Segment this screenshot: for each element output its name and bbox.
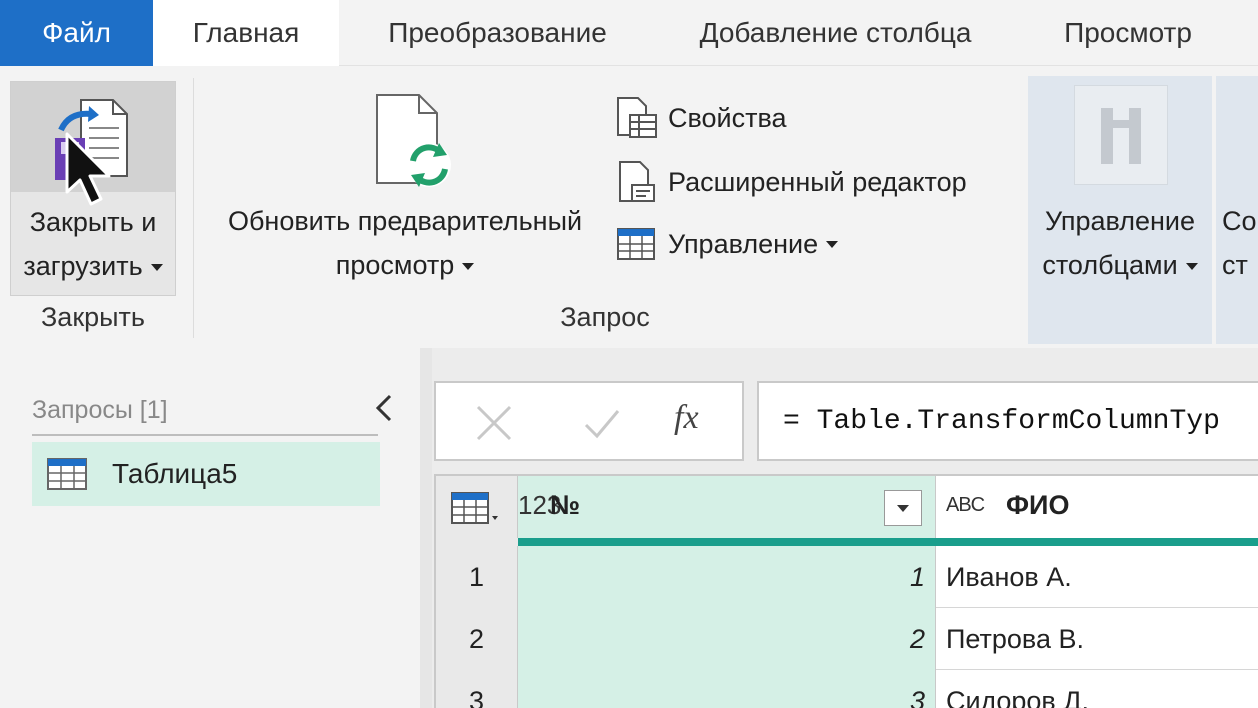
close-and-load-label-1: Закрыть и	[29, 207, 157, 237]
next-group-label-2[interactable]: ст	[1222, 243, 1248, 288]
chevron-down-icon	[897, 505, 909, 512]
close-and-load-icon-area	[11, 82, 175, 206]
column-header-number[interactable]: 123 №	[518, 476, 936, 538]
mouse-cursor-icon	[65, 132, 111, 206]
pane-divider[interactable]	[420, 348, 432, 708]
table-menu-icon[interactable]	[450, 490, 500, 526]
collapse-chevron-icon[interactable]	[370, 392, 398, 424]
table-icon	[47, 458, 87, 490]
formula-actions: fx	[434, 381, 744, 461]
manage-columns-label-2-wrap: столбцами	[1030, 243, 1210, 288]
close-and-load-label-2: загрузить	[23, 251, 143, 281]
table-row[interactable]: 1 1 Иванов А.	[436, 546, 1258, 608]
commit-check-icon[interactable]	[582, 403, 622, 443]
formula-text: = Table.TransformColumnTyp	[783, 405, 1220, 437]
ribbon-home: Закрыть и загрузить Закрыть Обновить пре…	[0, 66, 1258, 348]
tab-view[interactable]: Просмотр	[1040, 0, 1216, 66]
column-header-label: ФИО	[1006, 490, 1070, 520]
refresh-preview-button[interactable]: Обновить предварительный просмотр	[205, 81, 605, 296]
manage-columns-label-2: столбцами	[1042, 250, 1178, 280]
next-group-label-1[interactable]: Со	[1222, 199, 1257, 244]
manage-label: Управление	[668, 228, 819, 259]
queries-header-rule	[32, 434, 378, 436]
column-header-name[interactable]: ABC ФИО	[936, 476, 1258, 538]
fx-icon[interactable]: fx	[674, 399, 699, 437]
advanced-editor-button[interactable]: Расширенный редактор	[612, 156, 1012, 208]
properties-label: Свойства	[668, 102, 787, 133]
next-group-partial: Со ст	[1216, 76, 1258, 344]
table-icon	[617, 228, 655, 260]
grid-corner[interactable]	[436, 476, 518, 538]
manage-button[interactable]: Управление	[612, 218, 1012, 270]
manage-columns-label-1: Управление	[1044, 206, 1196, 236]
row-index[interactable]: 2	[436, 608, 518, 670]
cell-name[interactable]: Иванов А.	[936, 546, 1258, 608]
dropdown-caret-icon	[826, 240, 839, 248]
advanced-editor-label: Расширенный редактор	[668, 166, 967, 197]
group-label-query: Запрос	[560, 302, 650, 332]
main-area: fx = Table.TransformColumnTyp 123 № ABC …	[432, 348, 1258, 708]
row-index[interactable]: 1	[436, 546, 518, 608]
group-label-close: Закрыть	[41, 302, 145, 332]
properties-button[interactable]: Свойства	[612, 92, 1012, 144]
table-row[interactable]: 3 3 Сидоров Д.	[436, 670, 1258, 708]
dropdown-caret-icon	[462, 263, 475, 271]
cell-number[interactable]: 2	[518, 608, 936, 670]
cell-name[interactable]: Петрова В.	[936, 608, 1258, 670]
data-grid: 123 № ABC ФИО 1 1 Иванов А. 2 2 Петрова …	[434, 474, 1258, 708]
columns-icon	[1101, 108, 1141, 164]
queries-header: Запросы [1]	[32, 396, 168, 424]
refresh-preview-label-2-wrap: просмотр	[205, 243, 605, 288]
cell-number[interactable]: 3	[518, 670, 936, 708]
row-index[interactable]: 3	[436, 670, 518, 708]
refresh-preview-label-2: просмотр	[335, 250, 455, 280]
grid-corner-strip	[436, 538, 518, 546]
tab-file[interactable]: Файл	[0, 0, 153, 66]
column-header-label: №	[550, 490, 581, 520]
close-and-load-button[interactable]: Закрыть и загрузить	[10, 81, 176, 296]
cell-name[interactable]: Сидоров Д.	[936, 670, 1258, 708]
cell-number[interactable]: 1	[518, 546, 936, 608]
manage-columns-button[interactable]: Управление столбцами	[1030, 81, 1210, 296]
manage-columns-icon-box	[1074, 85, 1168, 185]
advanced-editor-icon	[619, 161, 655, 202]
ribbon-tab-bar: Файл Главная Преобразование Добавление с…	[0, 0, 1258, 66]
dropdown-caret-icon	[1185, 263, 1198, 271]
column-filter-button[interactable]	[884, 490, 922, 526]
type-icon-text[interactable]: ABC	[946, 494, 985, 517]
table-row[interactable]: 2 2 Петрова В.	[436, 608, 1258, 670]
refresh-preview-label-1: Обновить предварительный	[227, 206, 583, 236]
cancel-x-icon[interactable]	[472, 401, 516, 445]
query-item-label: Таблица5	[112, 458, 238, 489]
group-separator	[193, 78, 194, 338]
tab-transform[interactable]: Преобразование	[365, 0, 630, 66]
tab-add-column[interactable]: Добавление столбца	[672, 0, 999, 66]
queries-pane: Запросы [1] Таблица5	[0, 348, 420, 708]
properties-icon	[617, 97, 657, 138]
formula-bar[interactable]: = Table.TransformColumnTyp	[757, 381, 1258, 461]
column-quality-bar	[518, 538, 1258, 546]
refresh-document-icon	[376, 94, 451, 187]
close-and-load-label-2-wrap: загрузить	[11, 244, 175, 289]
query-item-table5[interactable]: Таблица5	[32, 442, 380, 506]
dropdown-caret-icon	[150, 264, 163, 272]
tab-home[interactable]: Главная	[153, 0, 339, 66]
